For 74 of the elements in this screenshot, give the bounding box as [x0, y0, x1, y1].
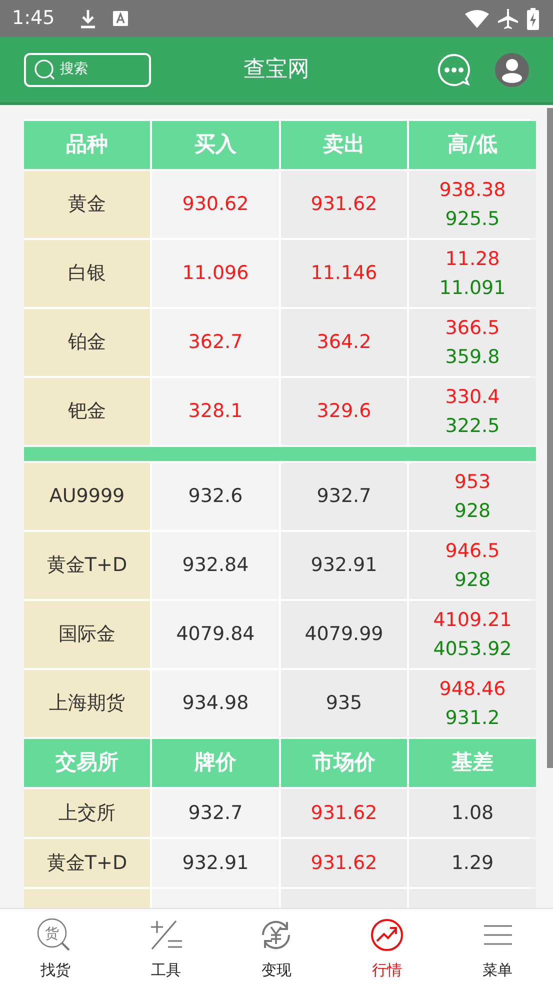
column-header: 买入	[152, 121, 279, 169]
battery-icon	[527, 8, 539, 30]
table-cell-text: 黄金	[68, 192, 106, 218]
table-cell-text: 钯金	[68, 399, 106, 424]
table-cell-text: 白银	[68, 261, 106, 286]
table-cell-text: 1.08	[451, 800, 494, 826]
status-time: 1:45	[12, 6, 55, 32]
table-cell-text: 932.84	[182, 553, 249, 578]
column-header: 品种	[24, 121, 150, 169]
table-cell-text: 359.8	[445, 344, 500, 370]
nav-tab[interactable]: 工具	[110, 909, 222, 984]
table-cell-text: 330.4	[445, 385, 500, 410]
table-cell-text: 931.62	[310, 800, 378, 826]
app-title: 查宝网	[244, 57, 310, 82]
table-cell-text: 930.62	[182, 192, 249, 218]
nav-tab[interactable]: 菜单	[442, 909, 553, 984]
table-cell-text: 4053.92	[433, 636, 512, 662]
table-cell-text: 366.5	[445, 316, 500, 341]
table-cell-text: 329.6	[316, 399, 372, 424]
table-cell-text: AU9999	[49, 484, 125, 510]
avatar-icon[interactable]	[495, 52, 529, 86]
table-cell-text: 322.5	[445, 414, 500, 438]
download-icon	[78, 8, 97, 28]
table-cell-text: 932.91	[310, 553, 378, 578]
table-cell-text: 4079.99	[304, 622, 384, 648]
table-cell-text: 931.2	[445, 706, 500, 730]
nav-tab[interactable]: 行情	[332, 909, 442, 984]
table-cell-text: 932.7	[316, 484, 372, 510]
airplane-icon	[497, 8, 519, 30]
column-header: 高/低	[409, 121, 536, 169]
table-cell-text: 946.5	[445, 539, 500, 564]
table-cell-text: 黄金T+D	[46, 850, 128, 876]
table-cell-text: 黄金T+D	[46, 553, 128, 578]
table-cell-text: 932.91	[182, 850, 249, 876]
table-cell-text: 4079.84	[176, 622, 255, 648]
table-cell-text: 4109.21	[433, 608, 512, 633]
table-cell-text: 11.146	[310, 261, 378, 286]
table-cell-text: 1.29	[451, 850, 494, 876]
scrollbar[interactable]	[547, 108, 553, 768]
chat-icon[interactable]	[437, 52, 471, 86]
nav-tab[interactable]: 货 找货	[0, 909, 111, 984]
search-icon	[34, 58, 56, 80]
table-cell-text: 931.62	[310, 192, 378, 218]
keyboard-a-icon	[112, 11, 128, 26]
table-cell-text: 925.5	[445, 206, 500, 232]
table-cell-text: 国际金	[58, 622, 116, 648]
column-header: 交易所	[24, 739, 150, 787]
column-header: 牌价	[152, 739, 279, 787]
column-header: 市场价	[281, 739, 407, 787]
column-header: 基差	[409, 739, 536, 787]
table-cell-text: 928	[454, 568, 491, 592]
table-cell-text: 328.1	[188, 399, 243, 424]
wifi-icon	[465, 10, 489, 28]
table-cell-text: 934.98	[182, 691, 249, 716]
table-cell-text: 932.7	[188, 800, 243, 826]
table-cell-text: 11.096	[182, 261, 249, 286]
table-cell-text: 上海期货	[49, 691, 125, 716]
table-cell-text: 362.7	[188, 330, 243, 356]
table-cell-text: 932.6	[188, 484, 243, 510]
table-cell-text: 948.46	[439, 677, 506, 702]
table-cell-text: 931.62	[310, 850, 378, 876]
table-cell-text: 364.2	[316, 330, 372, 356]
column-header: 卖出	[281, 121, 407, 169]
table-cell-text: 11.28	[445, 247, 500, 272]
nav-tab[interactable]: 变现	[221, 909, 332, 984]
menu-icon	[482, 923, 513, 947]
table-cell-text: 928	[454, 498, 491, 524]
table-cell-text: 935	[326, 691, 362, 716]
trend-chart-icon	[370, 918, 404, 952]
table-cell-text: 938.38	[439, 178, 506, 203]
table-cell-text: 11.091	[439, 276, 506, 300]
table-cell-text: 953	[454, 470, 491, 495]
table-cell-text: 上交所	[58, 800, 116, 826]
table-cell-text: 铂金	[68, 330, 106, 356]
